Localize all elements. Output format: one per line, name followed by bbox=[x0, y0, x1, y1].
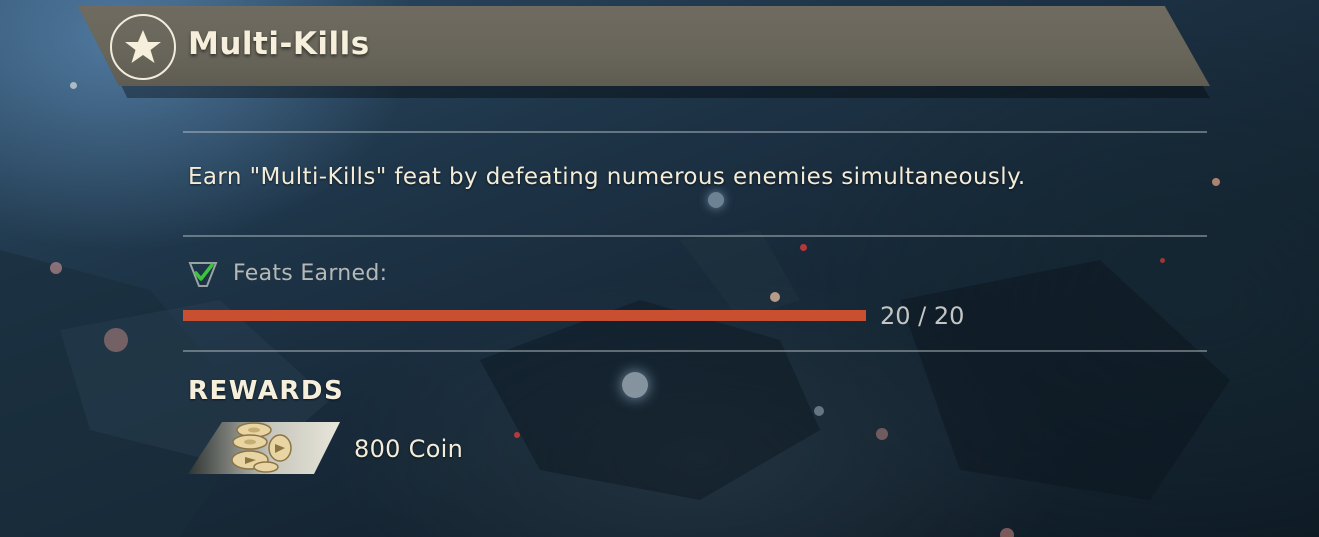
coin-stack-icon bbox=[188, 420, 340, 476]
divider bbox=[183, 350, 1207, 352]
divider bbox=[183, 235, 1207, 237]
progress-bar-fill bbox=[183, 310, 866, 321]
particle bbox=[70, 82, 77, 89]
reward-coin-label: 800 Coin bbox=[354, 435, 464, 463]
particle bbox=[876, 428, 888, 440]
particle bbox=[50, 262, 62, 274]
rewards-heading: REWARDS bbox=[188, 376, 345, 406]
progress-count: 20 / 20 bbox=[880, 302, 965, 330]
particle bbox=[514, 432, 520, 438]
checkmark-icon bbox=[188, 259, 218, 289]
star-icon bbox=[110, 14, 176, 80]
particle bbox=[1212, 178, 1220, 186]
feats-earned-label: Feats Earned: bbox=[233, 261, 388, 286]
particle bbox=[1160, 258, 1165, 263]
particle bbox=[770, 292, 780, 302]
progress-bar bbox=[183, 310, 866, 321]
particle bbox=[104, 328, 128, 352]
divider bbox=[183, 131, 1207, 133]
feat-title: Multi-Kills bbox=[188, 26, 370, 62]
feat-description: Earn "Multi-Kills" feat by defeating num… bbox=[188, 164, 1026, 190]
particle bbox=[708, 192, 724, 208]
particle bbox=[800, 244, 807, 251]
particle bbox=[1000, 528, 1014, 537]
particle bbox=[814, 406, 824, 416]
particle bbox=[622, 372, 648, 398]
